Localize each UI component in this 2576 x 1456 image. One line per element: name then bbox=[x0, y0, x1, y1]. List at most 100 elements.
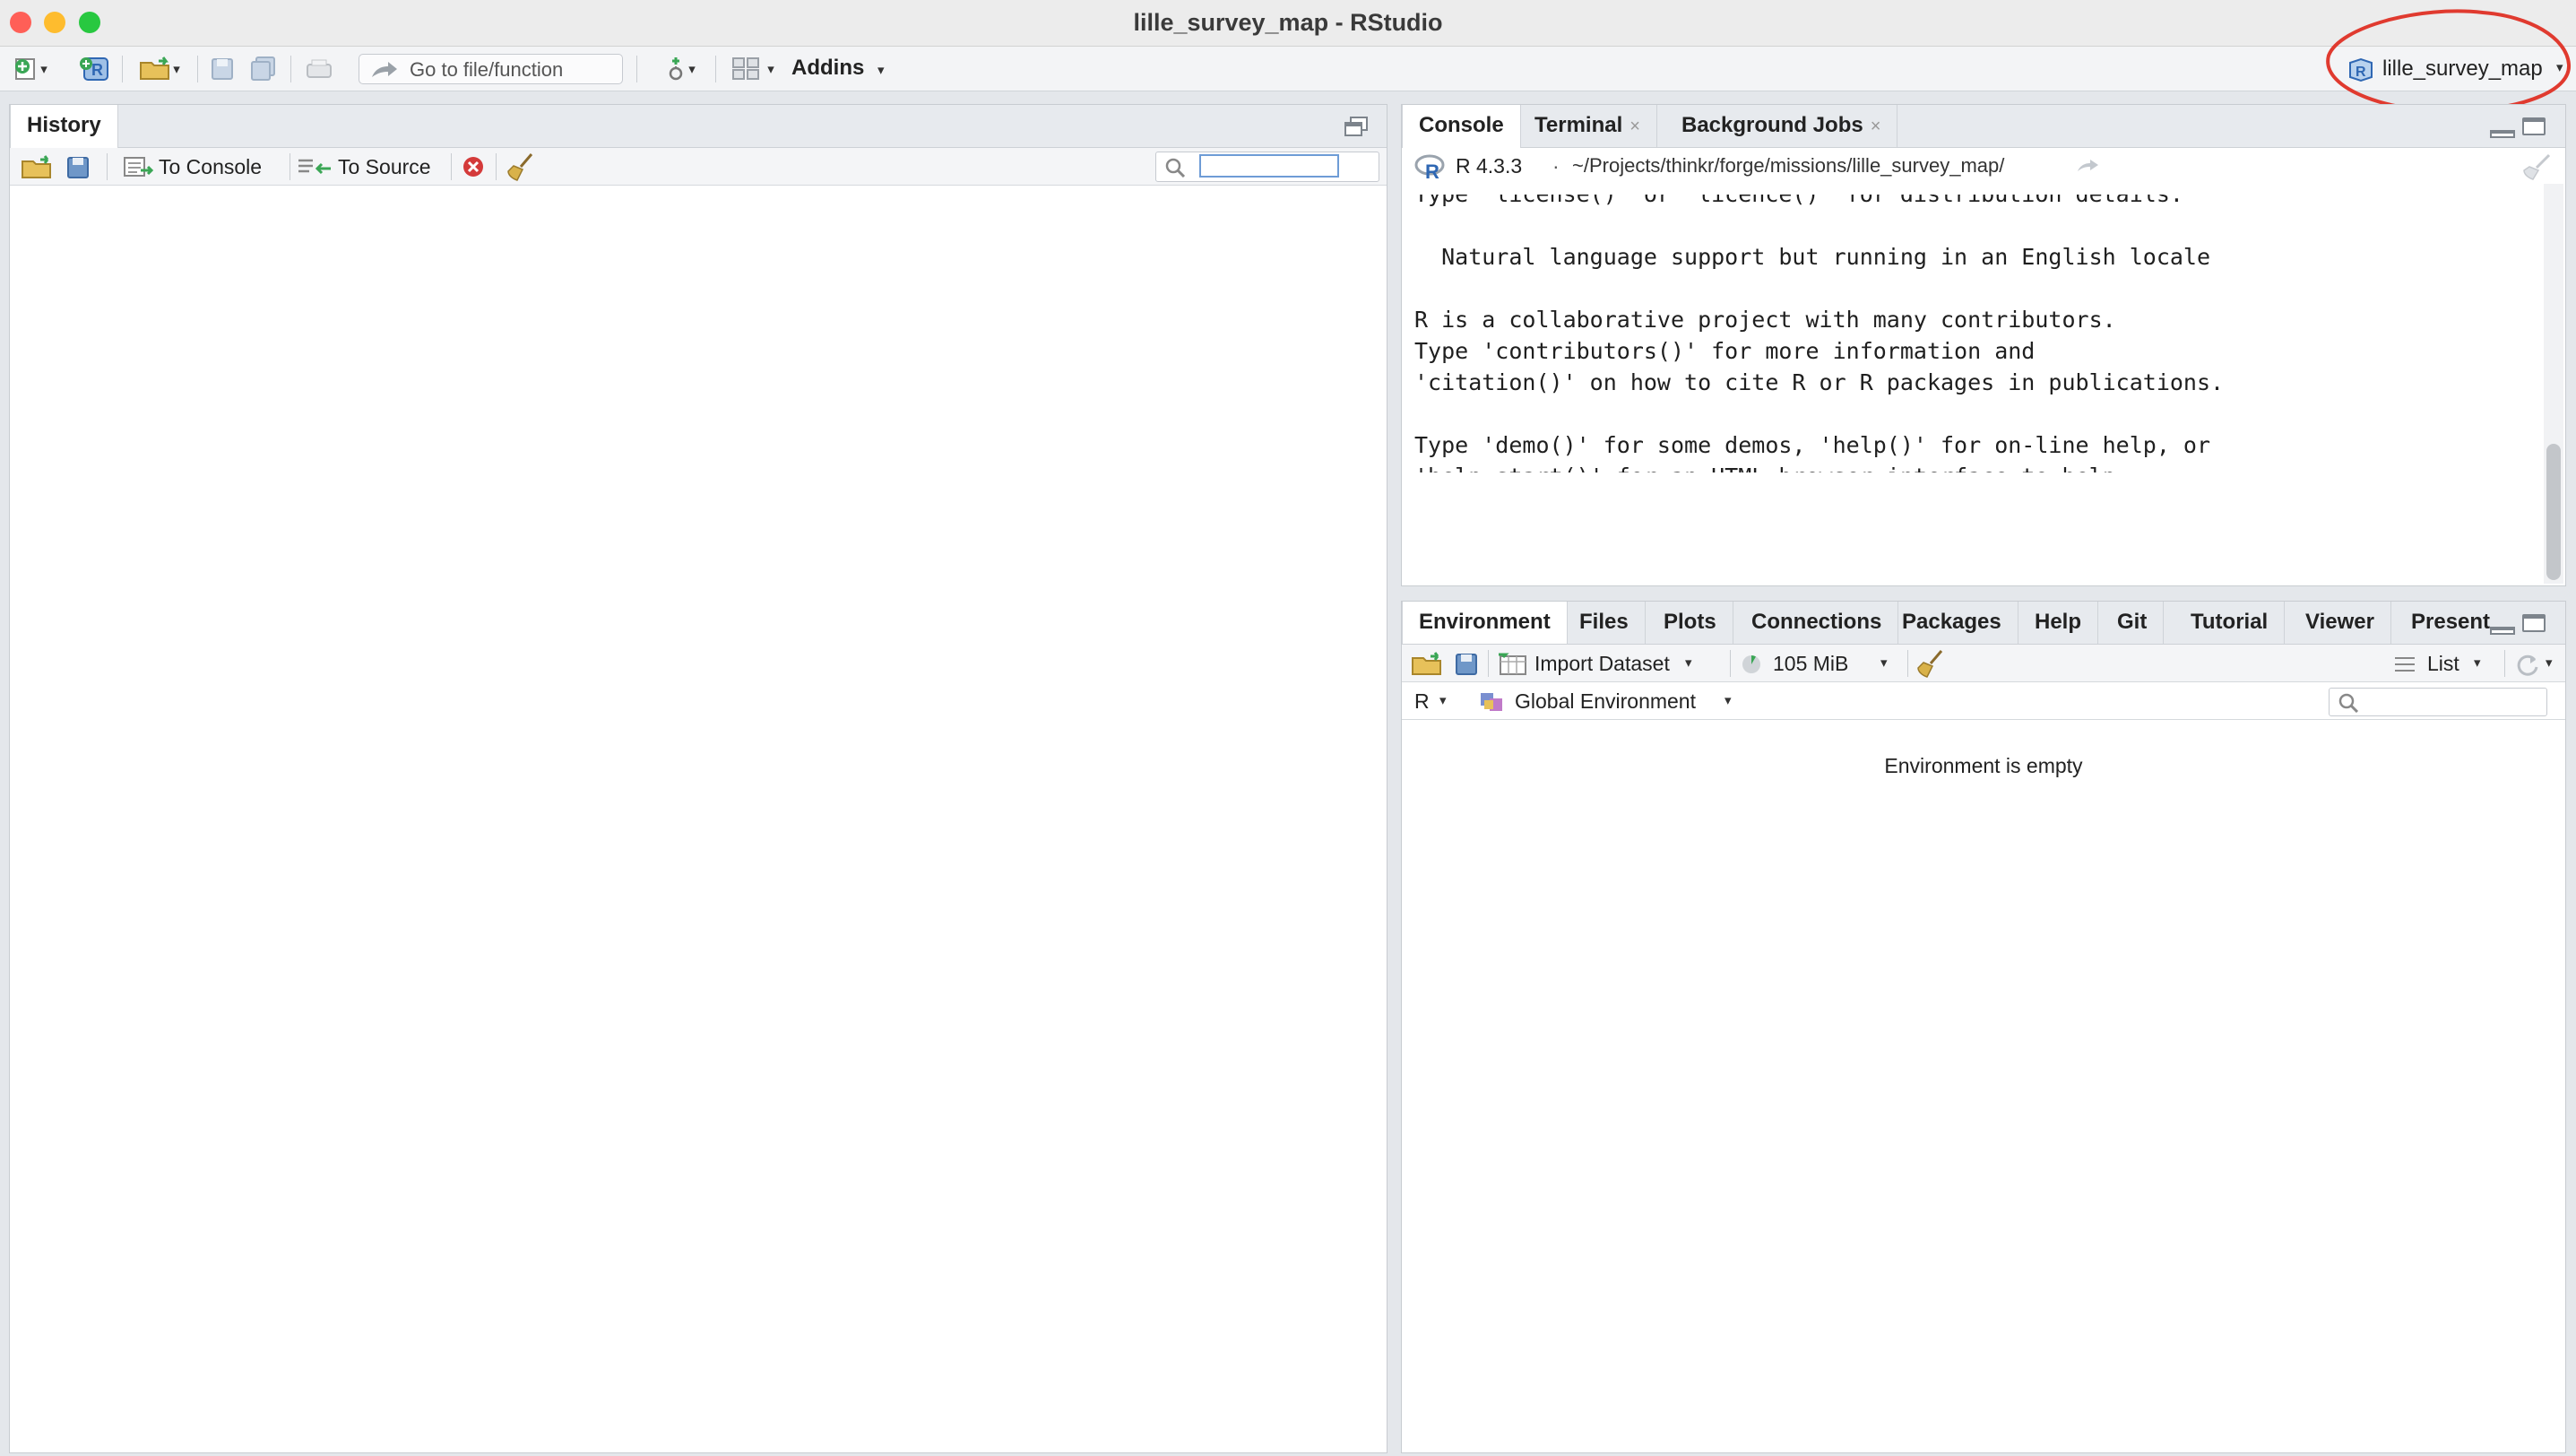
load-history-icon[interactable] bbox=[21, 154, 55, 179]
maximize-pane-icon[interactable] bbox=[2522, 614, 2546, 632]
clear-console-icon[interactable] bbox=[2520, 153, 2553, 180]
history-tabstrip: History bbox=[10, 105, 1387, 148]
broom-icon[interactable] bbox=[506, 152, 537, 182]
toolbar-separator bbox=[496, 153, 497, 180]
save-history-icon[interactable] bbox=[65, 155, 91, 180]
print-button[interactable] bbox=[301, 54, 337, 84]
git-branch-icon bbox=[669, 57, 683, 81]
new-file-button[interactable]: ▾ bbox=[4, 54, 57, 84]
history-list[interactable] bbox=[10, 186, 1387, 1452]
go-to-directory-icon[interactable] bbox=[2076, 157, 2101, 175]
chevron-down-icon: ▾ bbox=[2546, 655, 2553, 671]
tab-help[interactable]: Help bbox=[2018, 602, 2099, 644]
save-button[interactable] bbox=[206, 54, 238, 84]
tab-console[interactable]: Console bbox=[1402, 105, 1521, 148]
toolbar-separator bbox=[290, 56, 291, 82]
toolbar-separator bbox=[1488, 650, 1489, 677]
tab-background-jobs-label: Background Jobs bbox=[1681, 113, 1863, 137]
tab-packages[interactable]: Packages bbox=[1886, 602, 2018, 644]
tab-git-label: Git bbox=[2117, 610, 2148, 634]
tab-presentation[interactable]: Present: bbox=[2395, 602, 2492, 644]
tab-git[interactable]: Git bbox=[2101, 602, 2165, 644]
tab-history-label: History bbox=[27, 113, 101, 137]
environment-search-input[interactable] bbox=[2367, 690, 2539, 714]
console-line: Type 'license()' or 'licence()' for dist… bbox=[1414, 195, 2183, 210]
environment-icon bbox=[1481, 693, 1502, 711]
refresh-icon bbox=[2517, 654, 2538, 676]
environment-empty-message: Environment is empty bbox=[1884, 754, 2083, 777]
tab-connections[interactable]: Connections bbox=[1735, 602, 1899, 644]
toolbar-separator bbox=[1907, 650, 1908, 677]
red-annotation-circle bbox=[2326, 9, 2572, 114]
remove-entry-icon[interactable] bbox=[462, 155, 485, 178]
load-workspace-icon[interactable] bbox=[1411, 651, 1445, 676]
minimize-pane-icon[interactable] bbox=[2490, 130, 2515, 138]
tab-viewer[interactable]: Viewer bbox=[2289, 602, 2391, 644]
environment-content: Environment is empty bbox=[1402, 720, 2565, 1452]
environment-menu[interactable]: Global Environment ▾ bbox=[1479, 682, 1739, 720]
svg-text:R: R bbox=[91, 61, 103, 79]
console-pane: Console Terminal × Background Jobs × R R 4… bbox=[1401, 104, 2566, 586]
console-output[interactable]: Type 'license()' or 'licence()' for dist… bbox=[1402, 195, 2565, 472]
window-title: lille_survey_map - RStudio bbox=[1133, 9, 1443, 36]
grid-layout-icon bbox=[732, 57, 760, 80]
close-icon[interactable]: × bbox=[1629, 117, 1640, 136]
minimize-pane-icon[interactable] bbox=[2490, 627, 2515, 635]
chevron-down-icon: ▾ bbox=[2474, 655, 2481, 671]
go-to-file-placeholder: Go to file/function bbox=[410, 58, 564, 81]
memory-usage-button[interactable]: 105 MiB ▾ bbox=[1741, 646, 1902, 681]
save-icon bbox=[212, 58, 233, 80]
broom-icon[interactable] bbox=[1916, 648, 1947, 679]
working-directory[interactable]: ~/Projects/thinkr/forge/missions/lille_s… bbox=[1572, 148, 2004, 184]
close-icon[interactable]: × bbox=[1871, 117, 1881, 136]
maximize-pane-icon[interactable] bbox=[2522, 117, 2546, 135]
new-project-button[interactable]: R bbox=[77, 54, 113, 84]
environment-search[interactable] bbox=[2329, 688, 2547, 716]
tab-viewer-label: Viewer bbox=[2305, 610, 2374, 634]
environment-selector-bar: R ▾ Global Environment ▾ bbox=[1402, 682, 2565, 720]
language-label: R bbox=[1414, 689, 1430, 713]
restore-pane-icon[interactable] bbox=[1344, 116, 1370, 139]
chevron-down-icon: ▾ bbox=[1685, 655, 1692, 671]
tab-background-jobs[interactable]: Background Jobs × bbox=[1665, 105, 1898, 147]
addins-menu[interactable]: Addins ▾ bbox=[791, 52, 885, 84]
search-icon bbox=[2338, 693, 2359, 713]
toolbar-separator bbox=[107, 153, 108, 180]
tab-history[interactable]: History bbox=[10, 105, 118, 148]
workspace-panes-button[interactable]: ▾ bbox=[724, 54, 782, 84]
to-console-icon bbox=[124, 157, 153, 177]
console-line: Type 'demo()' for some demos, 'help()' f… bbox=[1414, 432, 2211, 458]
path-separator: · bbox=[1552, 154, 1560, 178]
console-line: Type 'contributors()' for more informati… bbox=[1414, 338, 2036, 364]
history-toolbar: To Console To Source bbox=[10, 148, 1387, 186]
toolbar-separator bbox=[2504, 650, 2505, 677]
tab-packages-label: Packages bbox=[1902, 610, 2001, 634]
chevron-down-icon: ▾ bbox=[40, 62, 48, 77]
console-scrollbar[interactable] bbox=[2544, 184, 2563, 584]
toolbar-separator bbox=[451, 153, 452, 180]
tab-tutorial[interactable]: Tutorial bbox=[2174, 602, 2286, 644]
tab-files[interactable]: Files bbox=[1563, 602, 1646, 644]
tab-terminal[interactable]: Terminal × bbox=[1518, 105, 1657, 147]
tab-console-label: Console bbox=[1419, 113, 1504, 137]
version-control-button[interactable]: ▾ bbox=[653, 54, 706, 84]
tab-environment[interactable]: Environment bbox=[1402, 602, 1568, 644]
to-source-label: To Source bbox=[338, 155, 431, 178]
save-workspace-icon[interactable] bbox=[1454, 652, 1479, 677]
console-line: R is a collaborative project with many c… bbox=[1414, 307, 2116, 333]
tab-files-label: Files bbox=[1579, 610, 1629, 634]
refresh-environment-button[interactable]: ▾ bbox=[2510, 646, 2563, 681]
to-source-icon bbox=[298, 159, 331, 175]
open-folder-icon bbox=[140, 56, 170, 80]
history-pane: History To Console To Source bbox=[9, 104, 1387, 1453]
table-import-icon bbox=[1499, 653, 1526, 675]
view-mode-menu[interactable]: List ▾ bbox=[2393, 646, 2492, 681]
console-scrollbar-thumb[interactable] bbox=[2546, 444, 2561, 580]
history-search-input[interactable] bbox=[1199, 154, 1339, 178]
language-menu[interactable]: R ▾ bbox=[1414, 682, 1468, 720]
open-file-button[interactable]: ▾ bbox=[131, 54, 188, 84]
tab-plots[interactable]: Plots bbox=[1647, 602, 1733, 644]
go-to-file-input[interactable]: Go to file/function bbox=[359, 54, 623, 84]
save-all-button[interactable] bbox=[246, 54, 281, 84]
import-dataset-button[interactable]: Import Dataset ▾ bbox=[1497, 646, 1701, 681]
